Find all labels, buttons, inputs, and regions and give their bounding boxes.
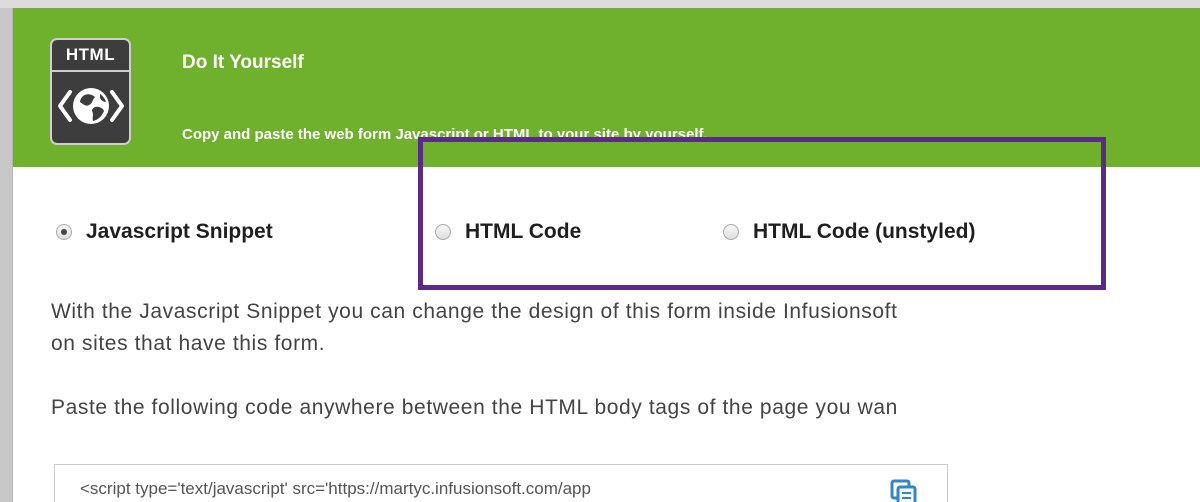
description-line-1: With the Javascript Snippet you can chan… xyxy=(51,300,898,323)
javascript-snippet-option[interactable]: Javascript Snippet xyxy=(56,217,273,247)
html-icon-divider xyxy=(52,70,129,72)
code-snippet-field[interactable]: <script type='text/javascript' src='http… xyxy=(54,464,948,502)
paste-instruction: Paste the following code anywhere betwee… xyxy=(51,396,898,419)
window-left-border xyxy=(0,8,12,502)
javascript-snippet-radio[interactable] xyxy=(56,224,72,240)
html-icon-label: HTML xyxy=(65,45,116,64)
web-form-publish-panel: HTML Do It Yourself Copy and paste the w… xyxy=(0,0,1200,502)
banner-subtitle: Copy and paste the web form Javascript o… xyxy=(182,126,708,143)
html-code-unstyled-label: HTML Code (unstyled) xyxy=(753,220,976,243)
do-it-yourself-banner: HTML Do It Yourself Copy and paste the w… xyxy=(13,8,1200,167)
html-code-radio[interactable] xyxy=(435,224,451,240)
html-code-unstyled-radio[interactable] xyxy=(723,224,739,240)
content-panel: HTML Do It Yourself Copy and paste the w… xyxy=(12,8,1200,502)
html-code-label: HTML Code xyxy=(465,220,582,243)
javascript-snippet-label: Javascript Snippet xyxy=(86,220,273,243)
window-top-border xyxy=(0,0,1200,8)
html-code-unstyled-option[interactable]: HTML Code (unstyled) xyxy=(723,217,975,247)
globe-code-icon xyxy=(58,88,124,124)
html-code-option[interactable]: HTML Code xyxy=(435,217,581,247)
banner-title: Do It Yourself xyxy=(182,52,304,73)
html-globe-icon: HTML xyxy=(50,38,131,145)
javascript-snippet-description: With the Javascript Snippet you can chan… xyxy=(51,296,898,360)
code-snippet-text[interactable]: <script type='text/javascript' src='http… xyxy=(80,479,890,499)
copy-icon[interactable] xyxy=(889,478,919,502)
description-line-2: on sites that have this form. xyxy=(51,332,326,355)
